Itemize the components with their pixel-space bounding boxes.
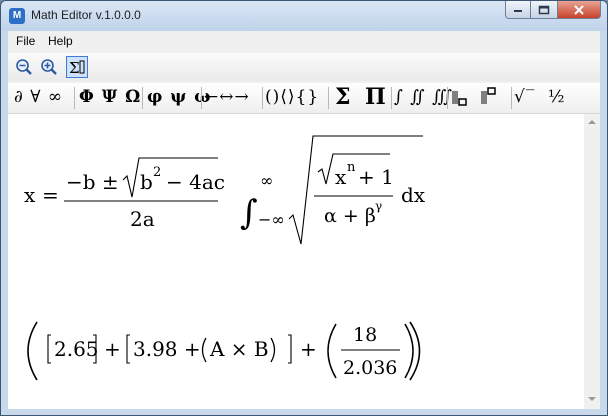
close-button[interactable] [557,1,601,19]
eq1-minus4ac: − 4ac [166,170,225,194]
eq2-lower-limit: −∞ [258,210,285,229]
symbol-toolbar: ∂ ∀ ∞ Φ Ψ Ω φ ψ ω ←↔→ ()⟨⟩{} Σ Π ∫ ∬ ∭ √… [8,83,600,114]
separator [391,87,392,109]
equation-document[interactable]: x = −b ± b 2 − 4ac 2a ∫ ∞ −∞ x n + 1 α + [8,114,584,409]
eq3-inner-left-paren [201,337,207,363]
math-editor-window: M Math Editor v.1.0.0.0 File Help Σ ∂ ∀ … [0,0,608,416]
eq2-dx: dx [401,183,426,207]
separator [201,87,202,109]
separator [74,87,75,109]
separator [328,87,329,109]
maximize-button[interactable] [531,1,557,19]
eq3-plus1: + [104,337,121,361]
eq1-exp2: 2 [153,165,161,180]
maximize-icon [538,5,550,14]
symbols-sum[interactable]: Σ [335,84,352,110]
symbols-fraction[interactable]: ½ [548,87,565,107]
eq1-minus-b-pm: −b ± [66,170,119,194]
eq2-x: x [335,165,347,189]
eq3-frac-right-paren [404,323,414,379]
eq3-inner-right-paren [270,337,276,363]
equation-canvas: x = −b ± b 2 − 4ac 2a ∫ ∞ −∞ x n + 1 α + [24,135,426,381]
separator [447,87,448,109]
eq3-floor-left [47,334,51,364]
symbols-integrals[interactable]: ∫ ∬ ∭ [394,87,453,107]
zoom-in-button[interactable] [38,56,60,78]
eq2-denominator: α + β [324,205,376,227]
svg-text:Σ: Σ [69,59,80,76]
symbols-root[interactable]: √‾ [514,87,535,107]
menu-help[interactable]: Help [48,34,73,48]
eq2-gamma: γ [375,199,382,213]
symbols-product[interactable]: Π [365,84,387,110]
eq3-frac-left-paren [327,323,337,379]
title-bar[interactable]: M Math Editor v.1.0.0.0 [1,1,607,31]
close-icon [574,4,584,15]
eq1-denominator: 2a [130,207,155,231]
eq3-outer-right-paren [409,321,421,381]
separator [142,87,143,109]
scroll-up-icon[interactable] [588,120,596,124]
symbols-upper-greek[interactable]: Φ Ψ Ω [79,87,141,107]
sigma-toggle-icon: Σ [69,59,85,76]
eq3-denominator: 2.036 [343,357,397,379]
scrollbar-arrows [588,120,596,401]
zoom-in-icon [41,59,57,75]
eq1-equals: = [42,183,59,207]
eq3-ceil-right [288,334,292,364]
subscript-superscript-icon [452,87,496,106]
symbols-scripts[interactable] [451,87,506,109]
zoom-out-icon [16,59,32,75]
eq2-integral-sign: ∫ [240,193,258,233]
eq1-b: b [140,170,153,194]
vertical-scrollbar[interactable] [584,114,600,409]
zoom-out-button[interactable] [13,56,35,78]
separator [262,87,263,109]
eq3-value2: 3.98 + [133,337,201,361]
eq1-lhs: x [24,183,36,207]
minimize-button[interactable] [505,1,531,19]
symbols-arrows[interactable]: ←↔→ [204,87,250,107]
top-toolbar: Σ [8,53,600,81]
eq2-n: n [347,160,356,175]
sigma-toggle-button[interactable]: Σ [66,56,88,78]
window-title: Math Editor v.1.0.0.0 [31,8,141,22]
client-area: File Help Σ ∂ ∀ ∞ Φ Ψ Ω φ ψ ω ←↔→ ()⟨⟩{}… [8,31,600,409]
eq3-ceil-left [126,334,130,364]
eq2-plus1: + 1 [358,165,394,189]
symbols-misc[interactable]: ∂ ∀ ∞ [14,87,63,107]
eq3-paren-content: A × B [209,337,269,361]
minimize-icon [514,9,522,12]
symbols-brackets[interactable]: ()⟨⟩{} [265,87,319,107]
eq3-value1: 2.65 [54,337,99,361]
scroll-down-icon[interactable] [588,397,596,401]
menu-bar: File Help [8,31,600,51]
separator [511,87,512,109]
eq3-plus2: + [300,337,317,361]
app-icon: M [9,8,25,24]
eq3-numerator: 18 [353,324,377,346]
eq2-upper-limit: ∞ [260,171,273,190]
menu-file[interactable]: File [16,34,35,48]
eq3-outer-left-paren [27,321,38,381]
